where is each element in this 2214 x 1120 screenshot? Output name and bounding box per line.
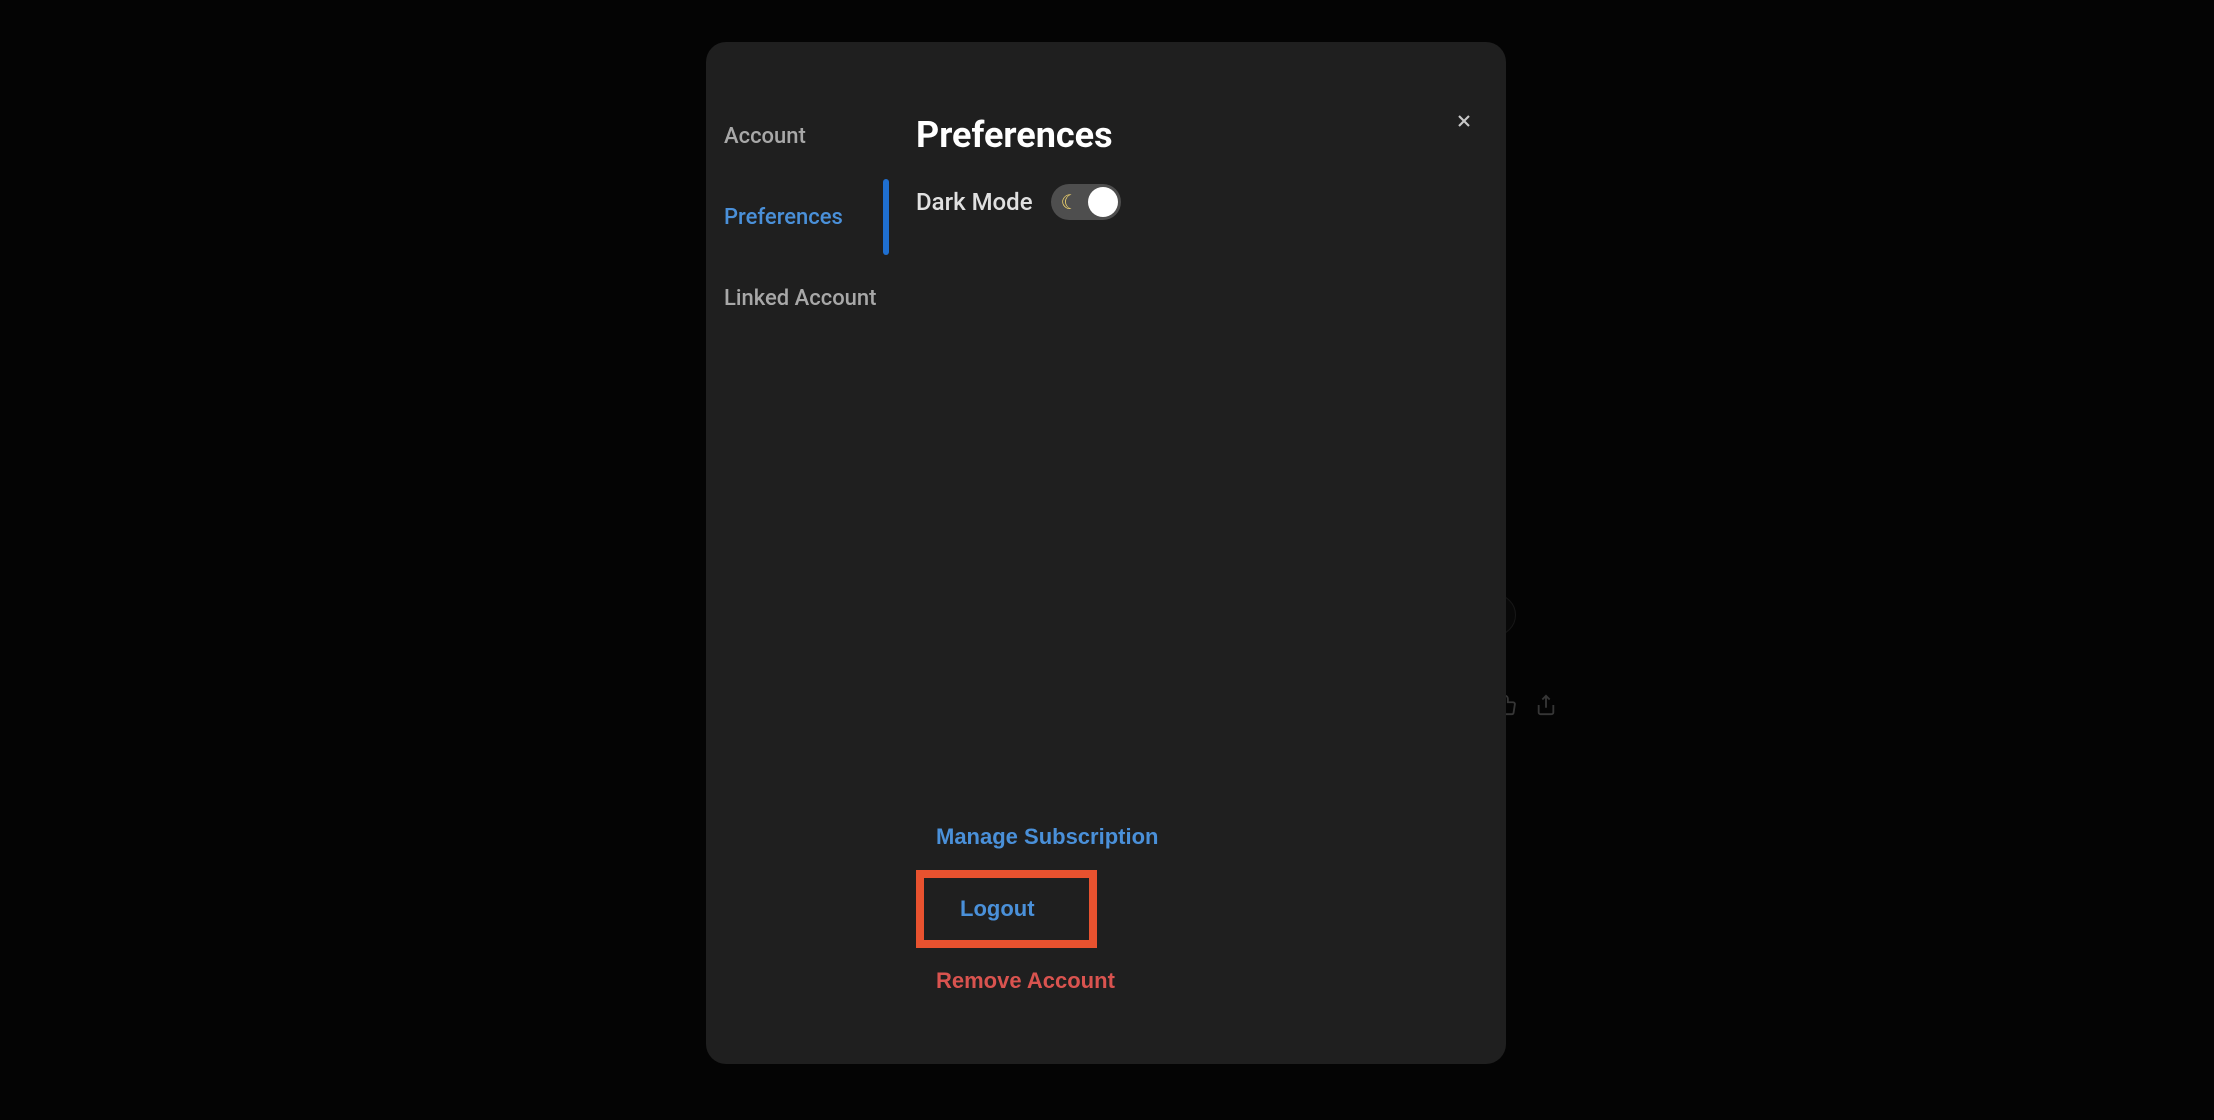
- remove-account-button[interactable]: Remove Account: [916, 948, 1178, 1014]
- toggle-knob: [1088, 187, 1118, 217]
- sidebar-item-preferences[interactable]: Preferences: [724, 205, 886, 230]
- preferences-modal: Account Preferences Linked Account Prefe…: [706, 42, 1506, 1064]
- dark-mode-label: Dark Mode: [916, 188, 1033, 216]
- bottom-actions: Manage Subscription Logout Remove Accoun…: [916, 804, 1178, 1014]
- sidebar-item-label: Account: [724, 124, 806, 149]
- dark-mode-row: Dark Mode ☾: [916, 184, 1466, 220]
- sidebar-item-label: Linked Account: [724, 286, 877, 311]
- sidebar-item-linked-account[interactable]: Linked Account: [724, 286, 886, 311]
- logout-highlight-box: Logout: [916, 870, 1097, 948]
- modal-overlay: Account Preferences Linked Account Prefe…: [0, 0, 2214, 1120]
- moon-icon: ☾: [1061, 190, 1079, 214]
- manage-subscription-button[interactable]: Manage Subscription: [916, 804, 1178, 870]
- sidebar-item-label: Preferences: [724, 205, 843, 230]
- dark-mode-toggle[interactable]: ☾: [1051, 184, 1121, 220]
- sidebar-item-account[interactable]: Account: [724, 124, 886, 149]
- page-title: Preferences: [916, 114, 1466, 156]
- logout-button[interactable]: Logout: [924, 878, 1089, 940]
- settings-sidebar: Account Preferences Linked Account: [706, 62, 886, 1044]
- content-panel: Preferences Dark Mode ☾ Manage Subscript…: [886, 62, 1506, 1044]
